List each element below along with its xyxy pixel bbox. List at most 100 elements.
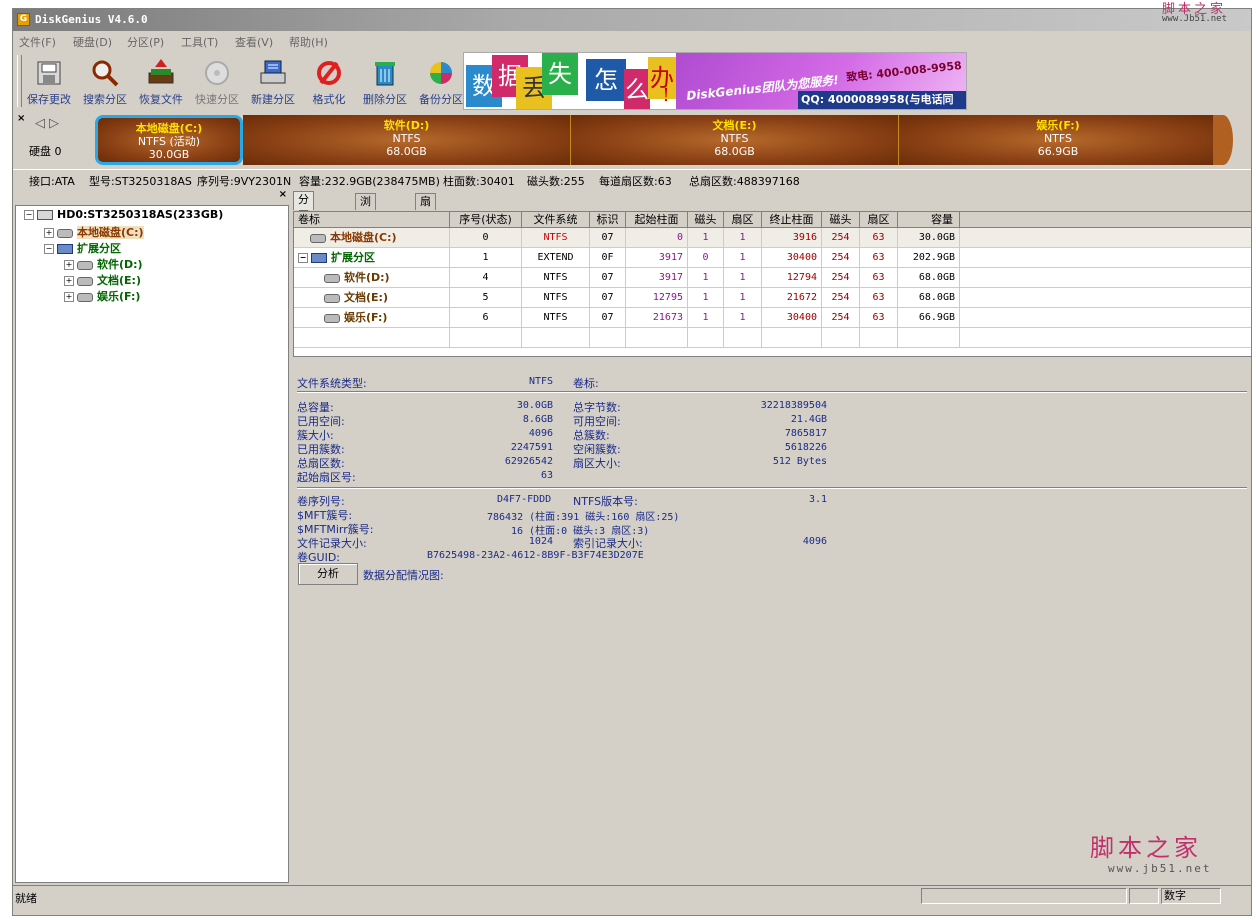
sector-size-value: 512 Bytes <box>772 456 827 467</box>
drive-icon <box>324 273 340 283</box>
expand-icon[interactable]: + <box>64 292 74 302</box>
expand-icon[interactable]: + <box>64 260 74 270</box>
drive-icon <box>324 293 340 303</box>
banner-char: ! <box>662 85 670 106</box>
format-button[interactable]: 格式化 <box>301 55 357 107</box>
menu-bar: 文件(F) 硬盘(D) 分区(P) 工具(T) 查看(V) 帮助(H) <box>13 31 1251 51</box>
menu-partition[interactable]: 分区(P) <box>127 34 164 50</box>
new-partition-icon <box>259 59 287 87</box>
partition-block-c[interactable]: 本地磁盘(C:) NTFS (活动) 30.0GB <box>95 115 243 165</box>
analyze-button[interactable]: 分析 <box>298 563 358 585</box>
tree-item-d[interactable]: + 软件(D:) <box>64 256 143 272</box>
quick-partition-button[interactable]: 快速分区 <box>189 55 245 107</box>
backup-icon <box>427 59 455 87</box>
tab-sector-edit[interactable]: 扇区编辑 <box>415 193 436 256</box>
info-serial: 序列号:9VY2301N <box>197 175 292 188</box>
partition-block-d[interactable]: 软件(D:) NTFS 68.0GB <box>243 115 571 165</box>
table-row-empty <box>294 328 1251 348</box>
collapse-icon[interactable]: − <box>24 210 34 220</box>
ntfs-version-value: 3.1 <box>808 494 827 505</box>
col-header[interactable]: 扇区 <box>724 212 762 228</box>
mft-cluster-value: 786432 (柱面:391 磁头:160 扇区:25) <box>487 512 680 523</box>
disk-cylinder-cap <box>1213 115 1233 165</box>
cluster-size-value: 4096 <box>528 428 553 439</box>
toolbar: 保存更改 搜索分区 恢复文件 快速分区 新建分区 格式化 删除分区 备份分区 数… <box>17 52 1251 111</box>
col-header[interactable]: 文件系统 <box>522 212 590 228</box>
status-bar: 就绪 数字 <box>13 885 1251 908</box>
col-header[interactable]: 磁头 <box>822 212 860 228</box>
partition-block-e[interactable]: 文档(E:) NTFS 68.0GB <box>571 115 899 165</box>
file-record-size-value: 1024 <box>528 536 553 547</box>
tree-item-extended[interactable]: − 扩展分区 <box>44 240 121 256</box>
used-clusters-value: 2247591 <box>510 442 553 453</box>
watermark-url: www.Jb51.net <box>1162 14 1228 24</box>
menu-view[interactable]: 查看(V) <box>235 34 273 50</box>
ntfs-version-label: NTFS版本号: <box>573 495 638 508</box>
tree-item-c[interactable]: + 本地磁盘(C:) <box>44 224 144 240</box>
support-banner[interactable]: 数 据 丢 失 怎 么 办 ! DiskGenius团队为您服务! 致电: 40… <box>463 52 967 110</box>
table-row[interactable]: − 扩展分区 1 EXTEND 0F 3917 0 1 30400 254 63 … <box>294 248 1251 268</box>
recover-files-button[interactable]: 恢复文件 <box>133 55 189 107</box>
delete-icon <box>371 59 399 87</box>
divider <box>297 487 1247 489</box>
extended-partition-icon <box>311 253 327 263</box>
disk-nav-arrows-icon[interactable]: ◁▷ <box>35 116 63 131</box>
total-capacity-value: 30.0GB <box>516 400 553 411</box>
volume-label-label: 卷标: <box>573 377 599 390</box>
tab-partition-params[interactable]: 分区参数 <box>293 191 314 254</box>
col-header[interactable]: 磁头 <box>688 212 724 228</box>
total-bytes-value: 32218389504 <box>760 400 827 411</box>
drive-icon <box>77 276 93 286</box>
table-row[interactable]: 文档(E:) 5 NTFS 07 12795 1 1 21672 254 63 … <box>294 288 1251 308</box>
col-header[interactable]: 容量 <box>898 212 960 228</box>
col-header[interactable]: 终止柱面 <box>762 212 822 228</box>
menu-disk[interactable]: 硬盘(D) <box>73 34 112 50</box>
col-header[interactable]: 扇区 <box>860 212 898 228</box>
info-capacity: 容量:232.9GB(238475MB) <box>299 175 440 188</box>
details-pane: 分区参数 浏览文件 扇区编辑 卷标 序号(状态) 文件系统 标识 起始柱面 磁头… <box>293 189 1251 879</box>
tree-item-f[interactable]: + 娱乐(F:) <box>64 288 140 304</box>
backup-partition-button[interactable]: 备份分区 <box>413 55 469 107</box>
disk-map-panel: × ◁▷ 硬盘 0 本地磁盘(C:) NTFS (活动) 30.0GB 软件(D… <box>17 113 1251 171</box>
close-icon[interactable]: × <box>279 189 287 200</box>
window-title: DiskGenius V4.6.0 <box>35 13 148 26</box>
save-changes-button[interactable]: 保存更改 <box>21 55 77 107</box>
collapse-icon[interactable]: − <box>298 253 308 263</box>
status-pane <box>1129 888 1159 904</box>
table-row[interactable]: 本地磁盘(C:) 0 NTFS 07 0 1 1 3916 254 63 30.… <box>294 228 1251 248</box>
tree-item-e[interactable]: + 文档(E:) <box>64 272 141 288</box>
col-header[interactable]: 标识 <box>590 212 626 228</box>
col-header-filler <box>960 212 1251 228</box>
banner-phone: 致电: 400-008-9958 <box>845 58 963 85</box>
partition-block-f[interactable]: 娱乐(F:) NTFS 66.9GB <box>899 115 1217 165</box>
extended-partition-icon <box>57 244 73 254</box>
expand-icon[interactable]: + <box>44 228 54 238</box>
search-partition-button[interactable]: 搜索分区 <box>77 55 133 107</box>
banner-contact: DiskGenius团队为您服务! 致电: 400-008-9958 QQ: 4… <box>676 53 966 109</box>
close-icon[interactable]: × <box>17 113 25 124</box>
expand-icon[interactable]: + <box>64 276 74 286</box>
menu-tools[interactable]: 工具(T) <box>181 34 218 50</box>
collapse-icon[interactable]: − <box>44 244 54 254</box>
delete-partition-button[interactable]: 删除分区 <box>357 55 413 107</box>
app-window: G DiskGenius V4.6.0 文件(F) 硬盘(D) 分区(P) 工具… <box>12 8 1252 916</box>
quick-partition-icon <box>203 59 231 87</box>
col-header[interactable]: 序号(状态) <box>450 212 522 228</box>
col-header[interactable]: 卷标 <box>294 212 450 228</box>
tree-pane-header: × <box>15 189 289 203</box>
table-row[interactable]: 软件(D:) 4 NTFS 07 3917 1 1 12794 254 63 6… <box>294 268 1251 288</box>
banner-char: 么 <box>624 69 650 109</box>
hard-disk-icon <box>37 210 53 220</box>
drive-icon <box>77 292 93 302</box>
drive-icon <box>310 233 326 243</box>
new-partition-button[interactable]: 新建分区 <box>245 55 301 107</box>
tree-item-disk[interactable]: − HD0:ST3250318AS(233GB) <box>24 208 223 224</box>
menu-file[interactable]: 文件(F) <box>19 34 56 50</box>
allocation-map-label: 数据分配情况图: <box>363 569 444 582</box>
menu-help[interactable]: 帮助(H) <box>289 34 328 50</box>
col-header[interactable]: 起始柱面 <box>626 212 688 228</box>
tab-browse-files[interactable]: 浏览文件 <box>355 193 376 256</box>
watermark-logo: 脚本之家 <box>1090 834 1202 862</box>
sector-size-label: 扇区大小: <box>573 457 621 470</box>
table-row[interactable]: 娱乐(F:) 6 NTFS 07 21673 1 1 30400 254 63 … <box>294 308 1251 328</box>
